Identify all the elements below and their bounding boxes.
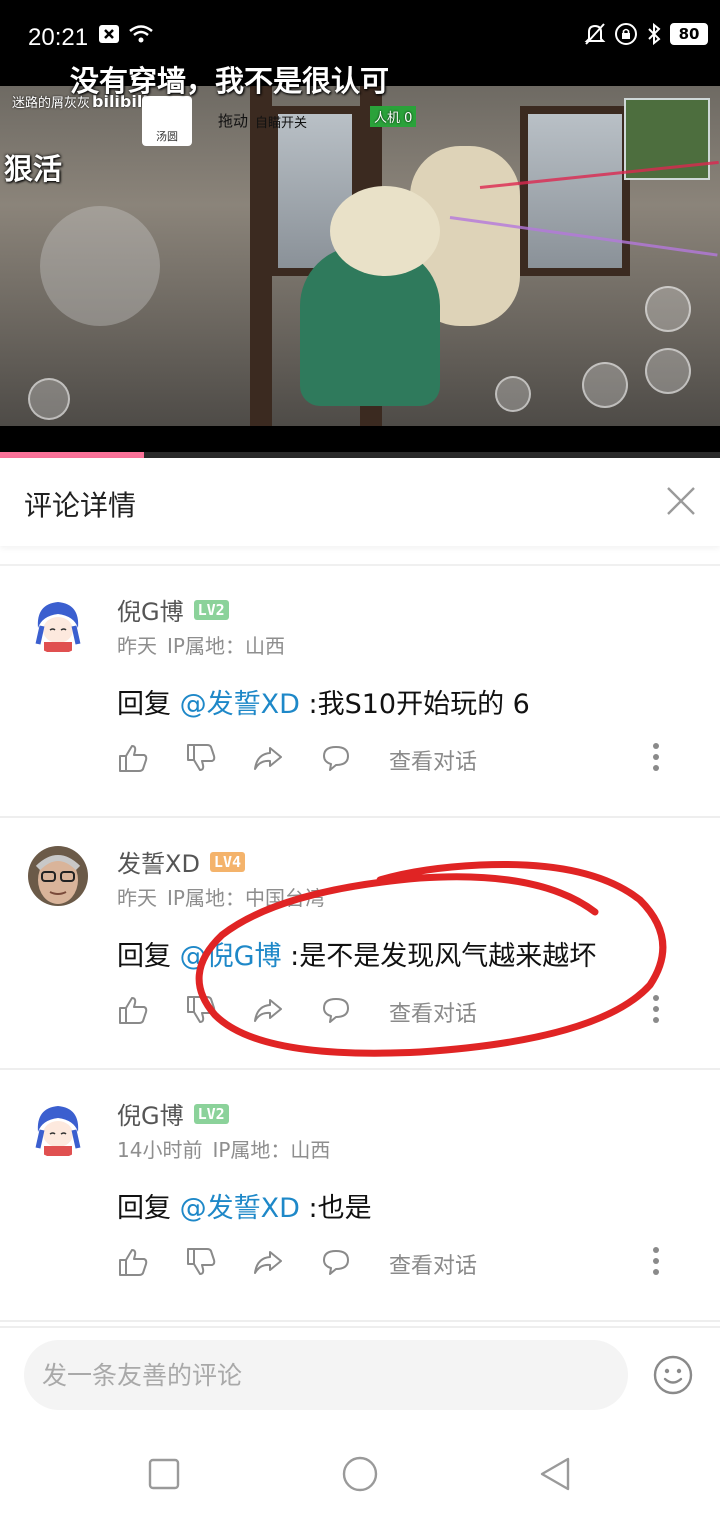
reply-body: :是不是发现风气越来越坏: [281, 941, 597, 972]
comment-time: 昨天: [117, 886, 157, 910]
comment-input[interactable]: [42, 1340, 602, 1410]
wifi-icon: [129, 25, 153, 43]
more-vertical-icon[interactable]: [652, 1246, 660, 1276]
view-conversation-link[interactable]: 查看对话: [389, 744, 477, 776]
comment-meta: 14小时前 IP属地：山西: [117, 1134, 330, 1163]
reply-prefix: 回复: [117, 1193, 180, 1224]
view-conversation-link[interactable]: 查看对话: [389, 1248, 477, 1280]
level-badge: LV2: [193, 599, 229, 620]
thumbs-up-icon[interactable]: [117, 994, 149, 1026]
mute-bell-icon: [584, 23, 606, 45]
comment-meta: 昨天 IP属地：山西: [117, 630, 285, 659]
anime-avatar-icon: [28, 594, 88, 654]
username[interactable]: 倪G博: [117, 592, 184, 627]
ip-location: IP属地：山西: [212, 1138, 331, 1162]
share-icon[interactable]: [252, 994, 284, 1026]
comment-author[interactable]: 倪G博 LV2: [117, 592, 229, 627]
comment-author[interactable]: 倪G博 LV2: [117, 1096, 229, 1131]
video-player[interactable]: 迷路的屑灰灰 bilibili 汤圆 拖动 自瞄开关 人机 0 没有穿墙，我不是…: [0, 0, 720, 458]
reply-body: :我S10开始玩的 6: [299, 689, 530, 720]
mention-link[interactable]: @倪G博: [180, 941, 282, 972]
more-vertical-icon[interactable]: [652, 994, 660, 1024]
avatar[interactable]: [28, 846, 88, 906]
battery-indicator: 80: [670, 23, 708, 45]
system-navigation-bar: [0, 1430, 720, 1520]
reply-body: :也是: [299, 1193, 372, 1224]
comment-detail-header: 评论详情: [0, 458, 720, 546]
comment-bubble-icon[interactable]: [320, 994, 352, 1026]
back-icon[interactable]: [536, 1454, 576, 1494]
comment-item: 倪G博 LV2 14小时前 IP属地：山西 回复 @发誓XD :也是 查看对话: [0, 1070, 720, 1322]
comment-bubble-icon[interactable]: [320, 1246, 352, 1278]
ip-location: IP属地：中国台湾: [167, 886, 325, 910]
home-icon[interactable]: [340, 1454, 380, 1494]
comment-text[interactable]: 回复 @倪G博 :是不是发现风气越来越坏: [117, 934, 596, 973]
reply-prefix: 回复: [117, 689, 180, 720]
anime-avatar-icon: [28, 1098, 88, 1158]
thumbs-up-icon[interactable]: [117, 1246, 149, 1278]
avatar[interactable]: [28, 1098, 88, 1158]
thumbs-down-icon[interactable]: [185, 742, 217, 774]
reply-prefix: 回复: [117, 941, 180, 972]
comment-detail-page: 迷路的屑灰灰 bilibili 汤圆 拖动 自瞄开关 人机 0 没有穿墙，我不是…: [0, 0, 720, 1520]
close-icon[interactable]: [664, 484, 698, 518]
comment-item: 发誓XD LV4 昨天 IP属地：中国台湾 回复 @倪G博 :是不是发现风气越来越…: [0, 818, 720, 1070]
more-vertical-icon[interactable]: [652, 742, 660, 772]
comment-actions: 查看对话: [117, 994, 677, 1034]
ip-location: IP属地：山西: [167, 634, 285, 658]
comment-divider: [0, 1320, 720, 1322]
recent-apps-icon[interactable]: [144, 1454, 184, 1494]
mention-link[interactable]: @发誓XD: [180, 689, 300, 720]
comment-time: 14小时前: [117, 1138, 203, 1162]
comment-text[interactable]: 回复 @发誓XD :也是: [117, 1186, 372, 1225]
status-time: 20:21: [28, 24, 89, 51]
username[interactable]: 倪G博: [117, 1096, 184, 1131]
comment-item: 倪G博 LV2 昨天 IP属地：山西 回复 @发誓XD :我S10开始玩的 6 查…: [0, 566, 720, 818]
comment-actions: 查看对话: [117, 1246, 677, 1286]
input-bar-divider: [0, 1326, 720, 1328]
comment-actions: 查看对话: [117, 742, 677, 782]
tangyuan-sticker: 汤圆: [142, 96, 192, 146]
share-icon[interactable]: [252, 742, 284, 774]
username[interactable]: 发誓XD: [117, 844, 200, 879]
thumbs-up-icon[interactable]: [117, 742, 149, 774]
share-icon[interactable]: [252, 1246, 284, 1278]
comment-bubble-icon[interactable]: [320, 742, 352, 774]
level-badge: LV4: [209, 851, 246, 872]
lock-rotation-icon: [615, 23, 637, 45]
thumbs-down-icon[interactable]: [185, 994, 217, 1026]
photo-avatar-icon: [28, 846, 88, 906]
comment-meta: 昨天 IP属地：中国台湾: [117, 882, 325, 911]
bluetooth-icon: [648, 22, 661, 46]
bot-count-label: 人机 0: [370, 106, 417, 127]
game-scene: [0, 86, 720, 426]
comment-author[interactable]: 发誓XD LV4: [117, 844, 246, 879]
mention-link[interactable]: @发誓XD: [180, 1193, 300, 1224]
thumbs-down-icon[interactable]: [185, 1246, 217, 1278]
page-title: 评论详情: [24, 489, 137, 522]
avatar[interactable]: [28, 594, 88, 654]
comment-text[interactable]: 回复 @发誓XD :我S10开始玩的 6: [117, 682, 530, 721]
close-box-icon: [99, 25, 119, 43]
auto-aim-label: 自瞄开关: [255, 116, 308, 131]
status-bar: 20:21 80: [0, 0, 720, 72]
comment-input-container[interactable]: [24, 1340, 628, 1410]
sticker-label: 汤圆: [156, 130, 178, 143]
joystick: [40, 206, 160, 326]
drag-label: 拖动: [218, 112, 249, 130]
level-badge: LV2: [193, 1103, 229, 1124]
danmaku-2: 狠活: [4, 152, 63, 186]
view-conversation-link[interactable]: 查看对话: [389, 996, 477, 1028]
comment-time: 昨天: [117, 634, 157, 658]
emoji-icon[interactable]: [652, 1354, 694, 1396]
